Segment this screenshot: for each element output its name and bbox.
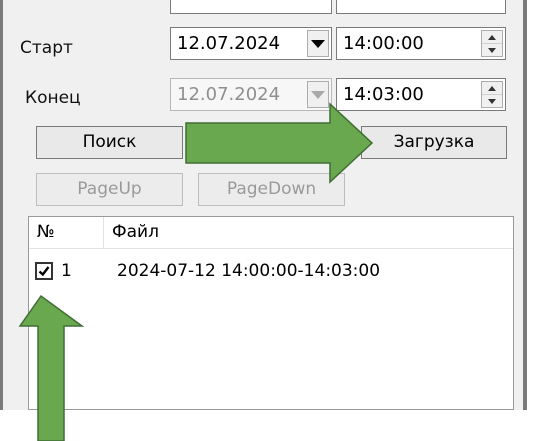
download-button[interactable]: Загрузка [361, 126, 507, 159]
start-date-value: 12.07.2024 [177, 33, 281, 54]
start-time-field[interactable]: 14:00:00 [336, 27, 506, 60]
chevron-down-icon [307, 81, 329, 108]
start-date-picker[interactable]: 12.07.2024 [170, 27, 332, 60]
checkbox-checked-icon[interactable] [35, 262, 53, 280]
top-cropped-field [170, 0, 332, 14]
top-cropped-time-field [336, 0, 506, 14]
end-date-value: 12.07.2024 [177, 84, 281, 105]
checkmark-icon [38, 266, 50, 277]
start-time-value: 14:00:00 [343, 33, 424, 54]
row-file-name: 2024-07-12 14:00:00-14:03:00 [117, 261, 381, 281]
spinner-updown-icon[interactable] [481, 81, 503, 108]
spinner-updown-icon[interactable] [481, 30, 503, 57]
column-header-number[interactable]: № [29, 217, 104, 248]
chevron-down-icon[interactable] [307, 30, 329, 57]
page-down-button: PageDown [198, 173, 345, 206]
row-number: 1 [61, 261, 72, 281]
page-up-button: PageUp [36, 173, 183, 206]
end-time-value: 14:03:00 [343, 84, 424, 105]
background [0, 410, 537, 441]
search-button[interactable]: Поиск [36, 126, 183, 159]
end-date-picker: 12.07.2024 [170, 78, 332, 111]
table-row[interactable]: 1 2024-07-12 14:00:00-14:03:00 [29, 256, 513, 286]
end-time-field[interactable]: 14:03:00 [336, 78, 506, 111]
start-label: Старт [20, 38, 73, 58]
column-header-file[interactable]: Файл [104, 217, 514, 248]
list-header: № Файл [29, 217, 513, 249]
file-list[interactable]: № Файл 1 2024-07-12 14:00:00-14:03:00 [28, 216, 514, 410]
end-label: Конец [25, 88, 81, 108]
